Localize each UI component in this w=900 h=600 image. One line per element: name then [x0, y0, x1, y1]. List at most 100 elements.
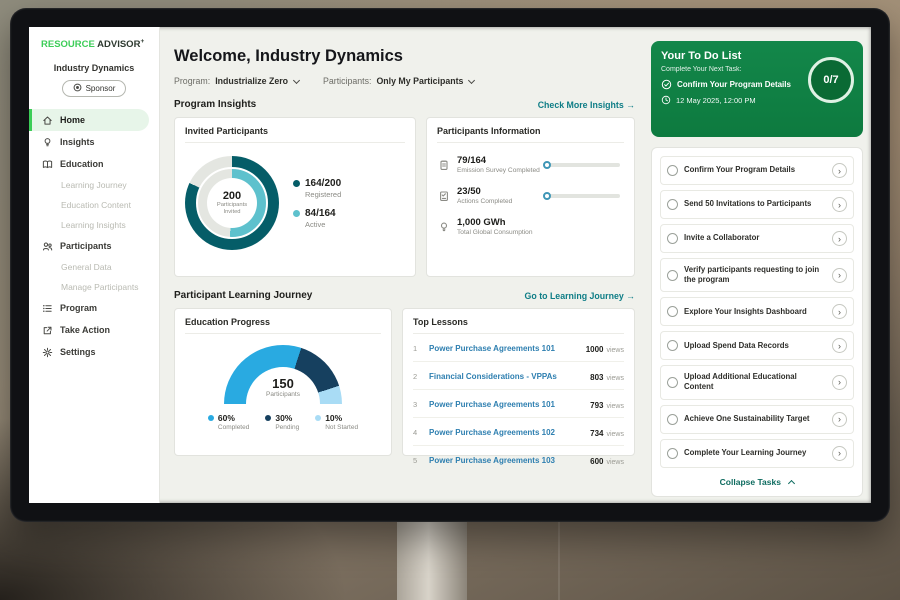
sidebar-item-participants[interactable]: Participants	[29, 235, 159, 257]
task-checkbox[interactable]	[667, 165, 678, 176]
task-checkbox[interactable]	[667, 448, 678, 459]
sidebar-item-label: Take Action	[60, 325, 110, 335]
card-title: Invited Participants	[185, 126, 405, 143]
lesson-row: 2 Financial Considerations - VPPAs 803vi…	[413, 362, 624, 390]
participants-dropdown[interactable]: Participants: Only My Participants	[323, 76, 474, 86]
invited-donut-center: 200 Participants Invited	[207, 178, 257, 228]
legend-completed: 60% Completed	[208, 413, 249, 431]
sidebar-item-label: Education	[60, 159, 104, 169]
task-checkbox[interactable]	[667, 340, 678, 351]
filter-bar: Program: Industrialize Zero Participants…	[174, 76, 635, 86]
clock-icon	[661, 95, 671, 105]
emission-survey-row: 79/164 Emission Survey Completed	[437, 155, 624, 174]
energy-bulb-icon	[437, 221, 450, 233]
program-dropdown[interactable]: Program: Industrialize Zero	[174, 76, 299, 86]
monitor-stand	[397, 520, 467, 600]
dashboard-screen: RESOURCE ADVISOR+ Industry Dynamics Spon…	[29, 27, 871, 503]
sidebar-item-label: Home	[60, 115, 85, 125]
brand-logo: RESOURCE ADVISOR+	[29, 38, 159, 50]
task-checkbox[interactable]	[667, 377, 678, 388]
todo-task[interactable]: Upload Additional Educational Content ›	[660, 365, 854, 399]
task-chevron-icon[interactable]: ›	[832, 338, 847, 353]
sidebar-item-program[interactable]: Program	[29, 297, 159, 319]
survey-clipboard-icon	[437, 159, 450, 171]
collapse-tasks-link[interactable]: Collapse Tasks	[660, 473, 854, 488]
task-checkbox[interactable]	[667, 306, 678, 317]
participants-dropdown-value: Only My Participants	[376, 76, 463, 86]
sidebar-item-education[interactable]: Education	[29, 153, 159, 175]
sidebar-item-learning-insights[interactable]: Learning Insights	[29, 215, 159, 235]
sidebar-item-label: Settings	[60, 347, 96, 357]
sidebar-nav: Home Insights Education Learning Journey	[29, 109, 159, 363]
go-to-learning-journey-link[interactable]: Go to Learning Journey →	[525, 291, 635, 301]
task-chevron-icon[interactable]: ›	[832, 231, 847, 246]
todo-task[interactable]: Invite a Collaborator ›	[660, 224, 854, 253]
sidebar-item-general-data[interactable]: General Data	[29, 257, 159, 277]
consumption-value: 1,000 GWh	[457, 217, 533, 228]
lesson-link[interactable]: Power Purchase Agreements 102	[429, 428, 582, 437]
check-more-insights-link[interactable]: Check More Insights →	[538, 100, 635, 110]
task-chevron-icon[interactable]: ›	[832, 197, 847, 212]
lesson-row: 5 Power Purchase Agreements 103 600views	[413, 446, 624, 473]
program-list-icon	[41, 302, 53, 314]
task-chevron-icon[interactable]: ›	[832, 375, 847, 390]
sidebar-item-manage-participants[interactable]: Manage Participants	[29, 277, 159, 297]
lesson-row: 4 Power Purchase Agreements 102 734views	[413, 418, 624, 446]
page-title: Welcome, Industry Dynamics	[174, 47, 635, 66]
actions-value: 23/50	[457, 186, 541, 197]
sidebar-item-learning-journey[interactable]: Learning Journey	[29, 175, 159, 195]
program-dropdown-value: Industrialize Zero	[215, 76, 288, 86]
legend-dot-active	[293, 210, 300, 217]
main-content: Welcome, Industry Dynamics Program: Indu…	[160, 27, 647, 503]
education-gauge-chart: 150 Participants 60% Completed	[185, 334, 381, 431]
task-checkbox[interactable]	[667, 199, 678, 210]
task-chevron-icon[interactable]: ›	[832, 163, 847, 178]
legend-dot-not-started	[315, 415, 321, 421]
consumption-row: 1,000 GWh Total Global Consumption	[437, 217, 624, 236]
wall-edge	[558, 518, 560, 600]
legend-dot-pending	[265, 415, 271, 421]
program-dropdown-label: Program:	[174, 76, 210, 86]
task-checkbox[interactable]	[667, 270, 678, 281]
task-checkbox[interactable]	[667, 233, 678, 244]
todo-task[interactable]: Explore Your Insights Dashboard ›	[660, 297, 854, 326]
todo-task[interactable]: Complete Your Learning Journey ›	[660, 439, 854, 468]
actions-checklist-icon	[437, 190, 450, 202]
insights-cards-row: Invited Participants 200 Participants In…	[174, 117, 635, 277]
program-insights-header: Program Insights Check More Insights →	[174, 99, 635, 110]
sidebar-item-settings[interactable]: Settings	[29, 341, 159, 363]
lesson-link[interactable]: Financial Considerations - VPPAs	[429, 372, 582, 381]
task-checkbox[interactable]	[667, 414, 678, 425]
task-chevron-icon[interactable]: ›	[832, 304, 847, 319]
section-title: Program Insights	[174, 99, 256, 110]
sidebar-item-insights[interactable]: Insights	[29, 131, 159, 153]
todo-task[interactable]: Verify participants requesting to join t…	[660, 258, 854, 292]
education-icon	[41, 158, 53, 170]
section-title: Participant Learning Journey	[174, 290, 312, 301]
todo-task[interactable]: Achieve One Sustainability Target ›	[660, 405, 854, 434]
gauge-count: 150	[246, 376, 320, 391]
sidebar-item-education-content[interactable]: Education Content	[29, 195, 159, 215]
participants-icon	[41, 240, 53, 252]
sponsor-icon	[73, 83, 82, 94]
task-chevron-icon[interactable]: ›	[832, 412, 847, 427]
sidebar-item-label: Program	[60, 303, 97, 313]
todo-task[interactable]: Send 50 Invitations to Participants ›	[660, 190, 854, 219]
lesson-link[interactable]: Power Purchase Agreements 101	[429, 400, 582, 409]
sponsor-badge[interactable]: Sponsor	[62, 80, 127, 97]
education-progress-card: Education Progress 150 Participants	[174, 308, 392, 456]
todo-task[interactable]: Confirm Your Program Details ›	[660, 156, 854, 185]
todo-next-task[interactable]: Confirm Your Program Details	[661, 79, 801, 90]
todo-task[interactable]: Upload Spend Data Records ›	[660, 331, 854, 360]
education-legend: 60% Completed 30% Pending	[208, 413, 358, 431]
lesson-row: 3 Power Purchase Agreements 101 793views	[413, 390, 624, 418]
chevron-down-icon	[293, 76, 300, 83]
lesson-link[interactable]: Power Purchase Agreements 103	[429, 456, 582, 465]
lesson-link[interactable]: Power Purchase Agreements 101	[429, 344, 578, 353]
task-chevron-icon[interactable]: ›	[832, 446, 847, 461]
legend-registered: 164/200 Registered	[293, 178, 341, 199]
sidebar-item-home[interactable]: Home	[29, 109, 149, 131]
sidebar-item-take-action[interactable]: Take Action	[29, 319, 159, 341]
task-chevron-icon[interactable]: ›	[832, 268, 847, 283]
actions-label: Actions Completed	[457, 198, 541, 205]
